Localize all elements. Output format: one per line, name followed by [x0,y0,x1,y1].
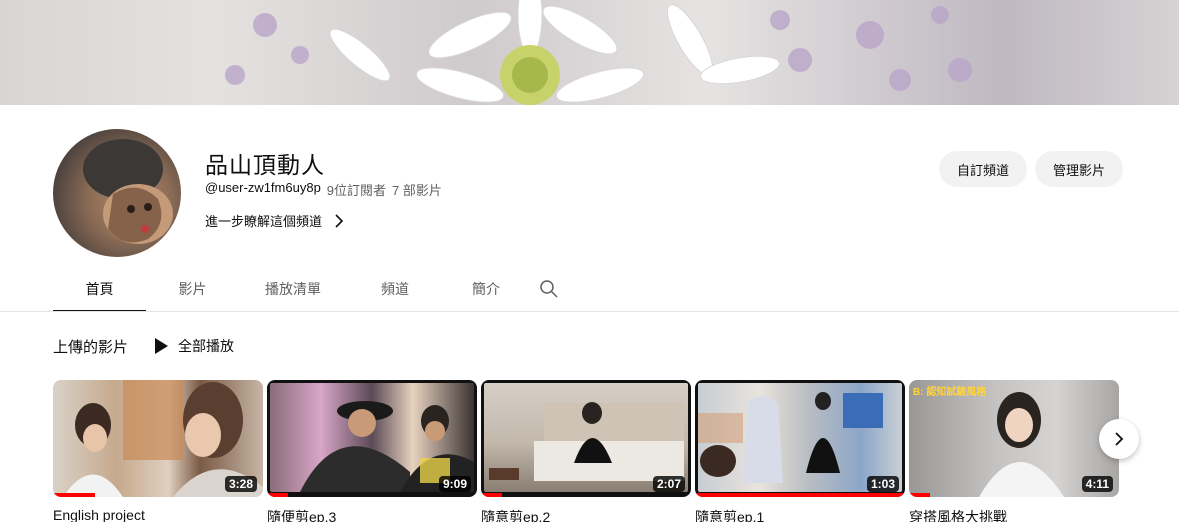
watch-progress-bar [267,493,288,497]
video-thumbnail[interactable]: 2:07 [481,380,691,497]
video-count: 7 部影片 [392,183,442,198]
tab-channels[interactable]: 頻道 [347,266,443,312]
video-title[interactable]: English project [53,507,263,522]
uploads-section-title[interactable]: 上傳的影片 [53,336,128,357]
watch-progress-bar [909,493,930,497]
video-thumbnail[interactable]: 9:09 [267,380,477,497]
video-card[interactable]: 2:07 隨意剪ep.2 [481,380,691,522]
manage-videos-button[interactable]: 管理影片 [1035,151,1123,187]
video-duration: 3:28 [224,476,257,492]
watch-progress-bar [695,493,905,497]
avatar-tattoo-art [83,139,173,244]
video-title[interactable]: 隨意剪ep.2 [481,507,691,522]
next-arrow-icon [1115,432,1124,446]
search-icon [540,280,558,298]
play-all-label: 全部播放 [178,338,234,354]
chevron-right-icon [335,213,344,228]
play-icon [155,338,168,354]
channel-handle: @user-zw1fm6uy8p [205,180,321,195]
tab-about[interactable]: 簡介 [443,266,529,312]
channel-tabs: 首頁 影片 播放清單 頻道 簡介 [53,266,569,312]
video-thumbnail[interactable]: 1:03 [695,380,905,497]
play-all-button[interactable]: 全部播放 [155,336,234,356]
tab-playlists[interactable]: 播放清單 [239,266,347,312]
tab-search-button[interactable] [529,266,569,312]
video-duration: 1:03 [866,476,899,492]
subscriber-count: 9位訂閱者 [326,183,387,198]
video-thumbnail[interactable]: 3:28 [53,380,263,497]
thumbnail-caption: B: 認知試驗風格 [913,387,987,398]
tab-videos[interactable]: 影片 [146,266,239,312]
banner-flowers-art [225,0,972,105]
video-title[interactable]: 穿搭風格大挑戰 [909,507,1119,522]
video-thumbnail[interactable]: B: 認知試驗風格 4:11 [909,380,1119,497]
channel-banner [0,0,1179,105]
more-about-label: 進一步瞭解這個頻道 [205,214,323,229]
channel-meta: @user-zw1fm6uy8p 9位訂閱者 7 部影片 [205,180,442,199]
video-card[interactable]: 3:28 English project [53,380,263,522]
channel-name: 品山頂動人 [205,152,325,178]
watch-progress-bar [53,493,95,497]
video-card[interactable]: B: 認知試驗風格 4:11 穿搭風格大挑戰 [909,380,1119,522]
video-duration: 2:07 [652,476,685,492]
customize-channel-button[interactable]: 自訂頻道 [939,151,1027,187]
video-title[interactable]: 隨意剪ep.1 [695,507,905,522]
video-title[interactable]: 隨便剪ep.3 [267,507,477,522]
video-card[interactable]: 1:03 隨意剪ep.1 [695,380,905,522]
video-card[interactable]: 9:09 隨便剪ep.3 [267,380,477,522]
watch-progress-bar [481,493,502,497]
tab-home[interactable]: 首頁 [53,266,146,312]
tabs-divider [0,311,1179,312]
channel-avatar[interactable] [53,129,181,257]
video-duration: 4:11 [1081,476,1113,492]
carousel-next-button[interactable] [1099,419,1139,459]
video-duration: 9:09 [438,476,471,492]
more-about-link[interactable]: 進一步瞭解這個頻道 [205,211,344,230]
